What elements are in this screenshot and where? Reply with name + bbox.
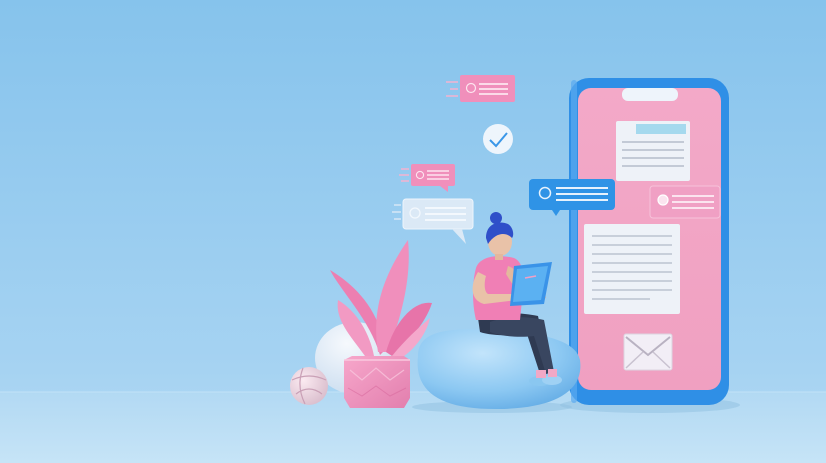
illustration-canvas (0, 0, 826, 463)
sock (536, 370, 546, 378)
chat-bubble-icon (649, 185, 721, 219)
smartphone-icon (560, 78, 740, 413)
neck (495, 254, 503, 260)
envelope-icon (623, 333, 673, 371)
phone-notch (622, 88, 678, 101)
document-large-icon (584, 224, 680, 314)
illustration-scene (0, 0, 826, 463)
document-icon (616, 121, 690, 181)
doc-card-large (584, 224, 680, 314)
sock (548, 369, 557, 377)
doc-card-top-header (636, 124, 686, 134)
hair-bun (490, 212, 502, 224)
pot (344, 356, 410, 408)
check-icon (483, 124, 513, 154)
ball-icon (290, 367, 328, 405)
